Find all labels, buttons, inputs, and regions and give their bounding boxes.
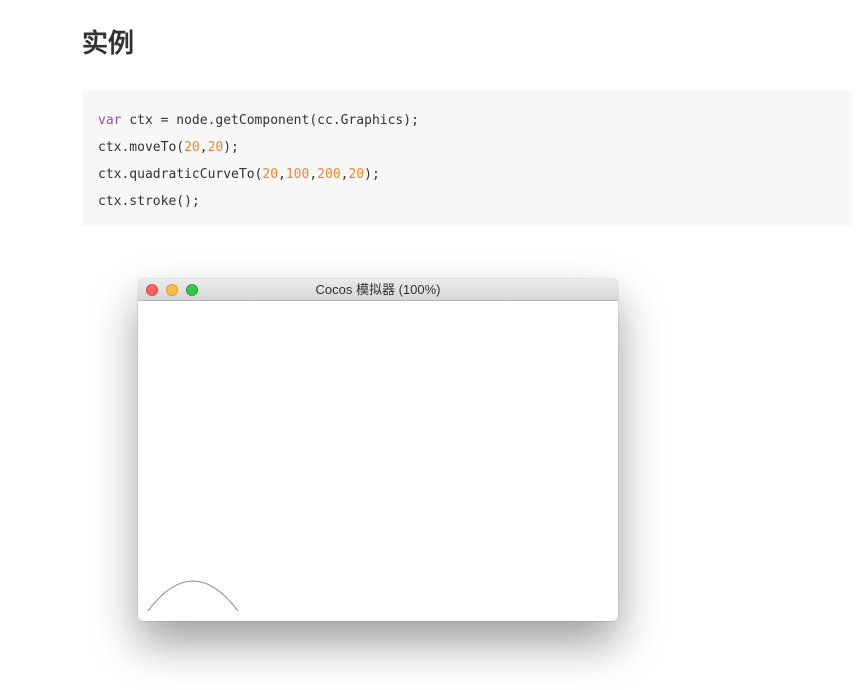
code-text: ); <box>364 167 380 182</box>
code-text: , <box>278 167 286 182</box>
code-block: var ctx = node.getComponent(cc.Graphics)… <box>82 91 852 226</box>
code-number: 20 <box>207 140 224 155</box>
code-text: ctx.stroke(); <box>98 194 200 209</box>
simulator-titlebar[interactable]: Cocos 模拟器 (100%) <box>138 279 618 301</box>
code-number: 20 <box>184 140 200 155</box>
code-text: , <box>199 140 208 155</box>
page-title: 实例 <box>82 29 135 59</box>
quadratic-curve <box>147 580 239 612</box>
simulator-title: Cocos 模拟器 (100%) <box>315 282 441 297</box>
code-text: ctx = node.getComponent(cc.Graphics); <box>121 113 419 128</box>
code-line-3: ctx.quadraticCurveTo(20,100,200,20); <box>98 161 836 188</box>
code-line-2: ctx.moveTo(20,20); <box>98 134 836 161</box>
code-line-1: var ctx = node.getComponent(cc.Graphics)… <box>98 107 836 134</box>
code-number: 20 <box>348 167 365 182</box>
simulator-window: Cocos 模拟器 (100%) <box>138 279 618 621</box>
canvas-drawing <box>147 580 239 612</box>
code-text: , <box>309 167 318 182</box>
code-keyword: var <box>98 113 122 128</box>
code-number: 100 <box>285 167 310 182</box>
code-line-4: ctx.stroke(); <box>98 188 836 215</box>
simulator-canvas[interactable] <box>138 301 618 621</box>
code-text: ctx.moveTo( <box>98 140 185 155</box>
code-text: ctx.quadraticCurveTo( <box>98 167 263 182</box>
code-text: ); <box>223 140 239 155</box>
code-number: 20 <box>262 167 279 182</box>
code-number: 200 <box>317 167 341 182</box>
